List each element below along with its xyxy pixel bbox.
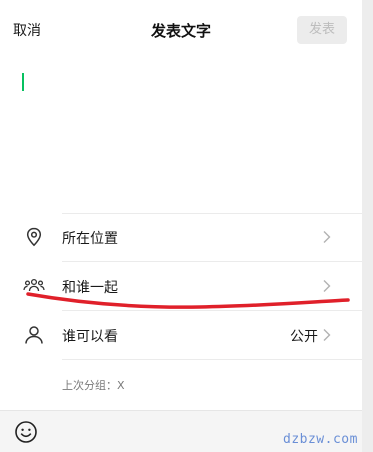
compose-screen: 取消 发表文字 发表 所在位置 和谁一起 谁可以看 公开 上次分组：X [0,0,362,452]
chevron-right-icon [323,231,331,243]
option-location-label: 所在位置 [62,231,118,247]
right-edge-panel [362,0,373,452]
chevron-right-icon [323,280,331,292]
last-group-note: 上次分组：X [62,379,125,392]
option-location[interactable]: 所在位置 [0,213,362,261]
location-pin-icon [26,227,42,247]
chevron-right-icon [323,329,331,341]
text-input-cursor[interactable] [22,73,24,91]
option-visibility[interactable]: 谁可以看 公开 [0,311,362,359]
emoji-icon[interactable] [14,420,38,444]
person-icon [25,326,43,344]
watermark: dzbzw.com [283,432,358,447]
people-group-icon [23,278,45,292]
option-with-whom[interactable]: 和谁一起 [0,262,362,310]
publish-button[interactable]: 发表 [297,16,347,44]
top-bar: 取消 发表文字 发表 [0,0,362,60]
visibility-value: 公开 [290,329,318,345]
divider [62,359,362,360]
option-with-whom-label: 和谁一起 [62,280,118,296]
option-visibility-label: 谁可以看 [62,329,118,345]
